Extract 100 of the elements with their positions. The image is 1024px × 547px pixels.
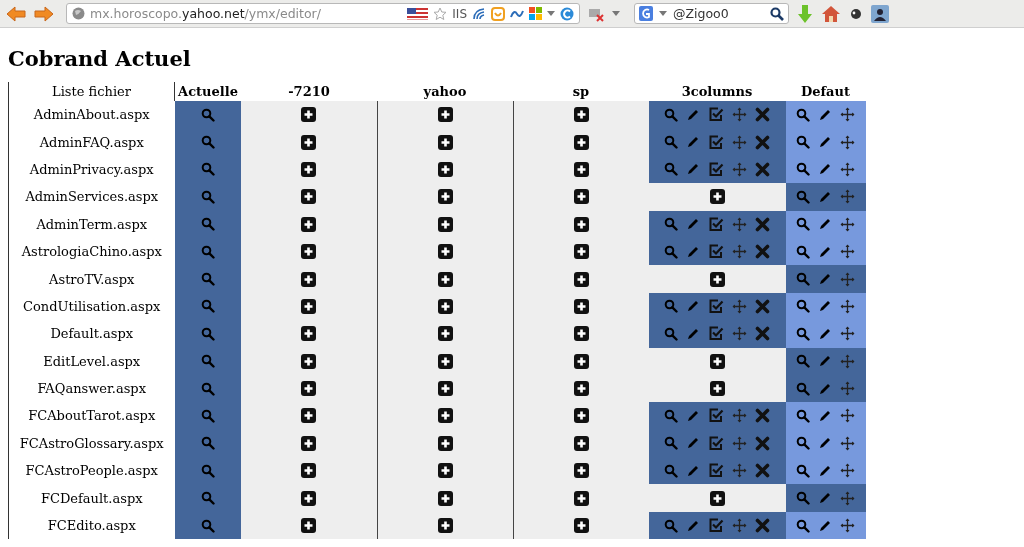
move-icon[interactable] (732, 463, 747, 479)
search-icon[interactable] (796, 135, 810, 150)
search-icon[interactable] (796, 217, 810, 232)
delete-icon[interactable] (755, 435, 770, 451)
move-icon[interactable] (840, 189, 855, 205)
move-icon[interactable] (840, 271, 855, 287)
forward-arrow-icon[interactable] (34, 5, 54, 22)
pencil-icon[interactable] (686, 217, 700, 232)
search-icon[interactable] (796, 244, 810, 259)
checkbox-icon[interactable] (708, 435, 724, 451)
add-icon[interactable] (573, 490, 589, 506)
dropdown-caret-icon[interactable] (612, 11, 620, 16)
add-icon[interactable] (437, 435, 453, 451)
add-icon[interactable] (709, 353, 725, 369)
move-icon[interactable] (840, 381, 855, 397)
home-icon[interactable] (821, 4, 841, 23)
pencil-icon[interactable] (818, 162, 832, 177)
checkbox-icon[interactable] (708, 161, 724, 177)
move-icon[interactable] (840, 518, 855, 534)
move-icon[interactable] (732, 435, 747, 451)
add-icon[interactable] (573, 381, 589, 397)
add-icon[interactable] (573, 216, 589, 232)
pencil-icon[interactable] (818, 299, 832, 314)
pencil-icon[interactable] (818, 272, 832, 287)
checkbox-icon[interactable] (708, 408, 724, 424)
add-icon[interactable] (709, 490, 725, 506)
add-icon[interactable] (437, 490, 453, 506)
add-icon[interactable] (573, 244, 589, 260)
search-icon[interactable] (796, 436, 810, 451)
move-icon[interactable] (732, 408, 747, 424)
pencil-icon[interactable] (686, 326, 700, 341)
pencil-icon[interactable] (818, 107, 832, 122)
add-icon[interactable] (301, 326, 317, 342)
add-icon[interactable] (573, 298, 589, 314)
add-icon[interactable] (437, 518, 453, 534)
add-icon[interactable] (301, 435, 317, 451)
search-icon[interactable] (796, 107, 810, 122)
search-icon[interactable] (796, 299, 810, 314)
move-icon[interactable] (732, 216, 747, 232)
checkbox-icon[interactable] (708, 463, 724, 479)
pencil-icon[interactable] (686, 244, 700, 259)
add-icon[interactable] (573, 353, 589, 369)
delete-icon[interactable] (755, 326, 770, 342)
add-icon[interactable] (573, 189, 589, 205)
move-icon[interactable] (732, 161, 747, 177)
dropdown-caret-icon[interactable] (659, 11, 667, 16)
checkbox-icon[interactable] (708, 134, 724, 150)
pencil-icon[interactable] (818, 381, 832, 396)
add-icon[interactable] (573, 134, 589, 150)
move-icon[interactable] (840, 161, 855, 177)
pencil-icon[interactable] (686, 162, 700, 177)
checkbox-icon[interactable] (708, 216, 724, 232)
add-icon[interactable] (437, 298, 453, 314)
move-icon[interactable] (840, 216, 855, 232)
search-icon[interactable] (796, 409, 810, 423)
people-icon[interactable] (871, 4, 889, 23)
pencil-icon[interactable] (818, 409, 832, 423)
add-icon[interactable] (573, 271, 589, 287)
checkbox-icon[interactable] (708, 298, 724, 314)
add-icon[interactable] (301, 490, 317, 506)
add-icon[interactable] (573, 518, 589, 534)
add-icon[interactable] (709, 271, 725, 287)
add-icon[interactable] (437, 189, 453, 205)
search-icon[interactable] (796, 518, 810, 533)
pencil-icon[interactable] (818, 463, 832, 478)
pencil-icon[interactable] (686, 299, 700, 314)
search-field[interactable]: @Zigoo0 (634, 3, 789, 24)
add-icon[interactable] (437, 107, 453, 123)
add-icon[interactable] (709, 189, 725, 205)
add-icon[interactable] (573, 161, 589, 177)
add-icon[interactable] (437, 408, 453, 424)
pencil-icon[interactable] (818, 326, 832, 341)
add-icon[interactable] (437, 271, 453, 287)
add-icon[interactable] (301, 271, 317, 287)
search-engine-icon[interactable] (639, 6, 653, 21)
pencil-icon[interactable] (686, 436, 700, 451)
flag-icon[interactable] (407, 7, 429, 20)
add-icon[interactable] (573, 408, 589, 424)
add-icon[interactable] (301, 408, 317, 424)
back-arrow-icon[interactable] (6, 5, 26, 22)
add-icon[interactable] (573, 463, 589, 479)
delete-icon[interactable] (755, 298, 770, 314)
move-icon[interactable] (732, 518, 748, 534)
checkbox-icon[interactable] (708, 326, 724, 342)
move-icon[interactable] (840, 408, 855, 424)
move-icon[interactable] (732, 134, 747, 150)
search-icon[interactable] (796, 326, 810, 341)
checkbox-icon[interactable] (708, 107, 724, 123)
add-icon[interactable] (709, 381, 725, 397)
dropdown-caret-icon[interactable] (547, 11, 555, 16)
add-icon[interactable] (437, 134, 453, 150)
delete-icon[interactable] (755, 216, 770, 232)
delete-icon[interactable] (755, 408, 770, 424)
wave-icon[interactable] (472, 6, 486, 21)
add-icon[interactable] (437, 244, 453, 260)
add-icon[interactable] (301, 381, 317, 397)
delete-icon[interactable] (755, 134, 770, 150)
move-icon[interactable] (732, 244, 747, 260)
add-icon[interactable] (437, 381, 453, 397)
add-icon[interactable] (437, 463, 453, 479)
